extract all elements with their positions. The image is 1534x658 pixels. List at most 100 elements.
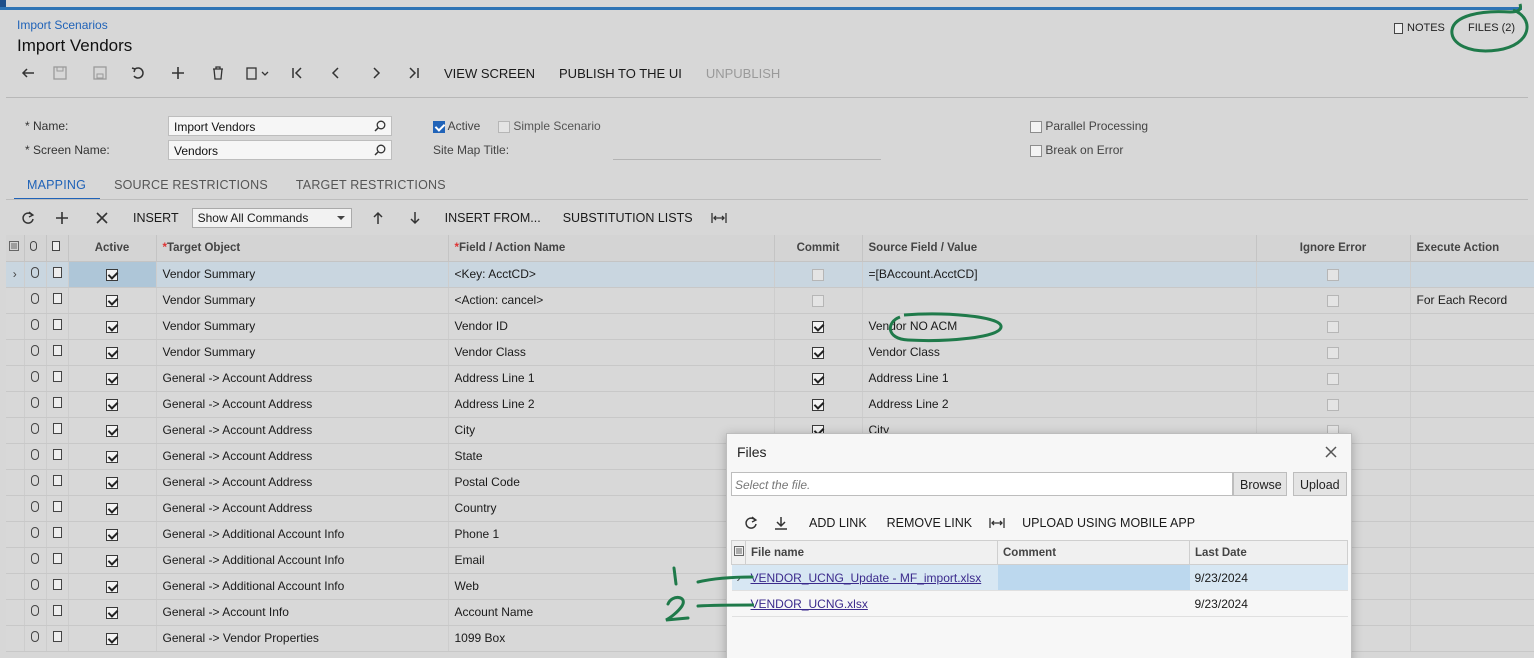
note-icon[interactable] bbox=[52, 319, 62, 330]
execute-action-cell[interactable] bbox=[1410, 547, 1534, 574]
ignore-error-checkbox[interactable] bbox=[1327, 346, 1339, 359]
col-execute-action[interactable]: Execute Action bbox=[1410, 235, 1534, 262]
name-field[interactable]: Import Vendors bbox=[168, 116, 392, 136]
commit-checkbox[interactable] bbox=[812, 346, 824, 359]
target-object-cell[interactable]: Vendor Summary bbox=[156, 339, 449, 366]
move-down-button[interactable] bbox=[396, 205, 434, 231]
delete-button[interactable] bbox=[198, 60, 238, 86]
add-row-button[interactable] bbox=[42, 205, 82, 231]
execute-action-cell[interactable] bbox=[1410, 495, 1534, 522]
row-files-cell[interactable] bbox=[24, 365, 47, 392]
save-close-button[interactable] bbox=[40, 60, 80, 86]
parallel-processing-checkbox[interactable]: Parallel Processing bbox=[1030, 119, 1148, 133]
note-icon[interactable] bbox=[52, 449, 62, 460]
note-icon[interactable] bbox=[52, 267, 62, 278]
col-field-action[interactable]: *Field / Action Name bbox=[448, 235, 775, 262]
row-selector[interactable] bbox=[6, 521, 25, 548]
files-button[interactable]: FILES (2) bbox=[1468, 22, 1515, 34]
row-notes-cell[interactable] bbox=[46, 495, 69, 522]
active-cell[interactable] bbox=[68, 469, 157, 496]
substitution-lists-button[interactable]: SUBSTITUTION LISTS bbox=[552, 211, 704, 225]
paperclip-icon[interactable] bbox=[31, 397, 39, 408]
commit-cell[interactable] bbox=[774, 313, 863, 340]
simple-scenario-box[interactable] bbox=[498, 120, 510, 133]
note-icon[interactable] bbox=[52, 605, 62, 616]
move-up-button[interactable] bbox=[360, 205, 396, 231]
field-action-cell[interactable]: Address Line 2 bbox=[448, 391, 775, 418]
ignore-error-checkbox[interactable] bbox=[1327, 320, 1339, 333]
target-object-cell[interactable]: General -> Account Address bbox=[156, 495, 449, 522]
active-row-checkbox[interactable] bbox=[106, 320, 118, 333]
commit-checkbox[interactable] bbox=[812, 294, 824, 307]
active-row-checkbox[interactable] bbox=[106, 502, 118, 515]
row-files-cell[interactable] bbox=[24, 547, 47, 574]
target-object-cell[interactable]: General -> Account Address bbox=[156, 443, 449, 470]
execute-action-cell[interactable] bbox=[1410, 443, 1534, 470]
notes-button[interactable]: NOTES bbox=[1394, 22, 1445, 34]
row-selector[interactable] bbox=[6, 599, 25, 626]
target-object-cell[interactable]: General -> Account Address bbox=[156, 469, 449, 496]
row-notes-cell[interactable] bbox=[46, 287, 69, 314]
row-selector[interactable]: › bbox=[731, 564, 746, 591]
source-field-cell[interactable]: =[BAccount.AcctCD] bbox=[862, 261, 1257, 288]
download-button[interactable] bbox=[763, 510, 799, 536]
row-files-cell[interactable] bbox=[24, 417, 47, 444]
row-notes-cell[interactable] bbox=[46, 313, 69, 340]
paperclip-icon[interactable] bbox=[31, 423, 39, 434]
first-button[interactable] bbox=[278, 60, 316, 86]
break-on-error-box[interactable] bbox=[1030, 144, 1042, 157]
file-comment-cell[interactable] bbox=[997, 564, 1190, 591]
active-cell[interactable] bbox=[68, 495, 157, 522]
paperclip-icon[interactable] bbox=[31, 345, 39, 356]
source-field-cell[interactable]: Vendor NO ACM bbox=[862, 313, 1257, 340]
active-cell[interactable] bbox=[68, 547, 157, 574]
note-icon[interactable] bbox=[52, 345, 62, 356]
commit-checkbox[interactable] bbox=[812, 268, 824, 281]
active-cell[interactable] bbox=[68, 365, 157, 392]
copy-paste-button[interactable] bbox=[238, 60, 278, 86]
table-row[interactable]: General -> Account Address Address Line 1… bbox=[6, 365, 1534, 392]
active-row-checkbox[interactable] bbox=[106, 294, 118, 307]
row-notes-cell[interactable] bbox=[46, 573, 69, 600]
ignore-error-cell[interactable] bbox=[1256, 287, 1411, 314]
row-files-cell[interactable] bbox=[24, 469, 47, 496]
execute-action-cell[interactable] bbox=[1410, 365, 1534, 392]
paperclip-icon[interactable] bbox=[31, 293, 39, 304]
table-row[interactable]: General -> Account Address Address Line 2… bbox=[6, 391, 1534, 418]
active-row-checkbox[interactable] bbox=[106, 268, 118, 281]
previous-button[interactable] bbox=[316, 60, 356, 86]
ignore-error-checkbox[interactable] bbox=[1327, 372, 1339, 385]
execute-action-cell[interactable] bbox=[1410, 599, 1534, 626]
row-notes-cell[interactable] bbox=[46, 365, 69, 392]
field-action-cell[interactable]: <Key: AcctCD> bbox=[448, 261, 775, 288]
remove-link-button[interactable]: REMOVE LINK bbox=[877, 516, 982, 530]
table-row[interactable]: Vendor Summary <Action: cancel> For Each R… bbox=[6, 287, 1534, 314]
row-files-cell[interactable] bbox=[24, 625, 47, 652]
delete-row-button[interactable] bbox=[82, 205, 122, 231]
row-selector[interactable] bbox=[731, 590, 746, 617]
commit-cell[interactable] bbox=[774, 339, 863, 366]
target-object-cell[interactable]: Vendor Summary bbox=[156, 313, 449, 340]
active-cell[interactable] bbox=[68, 443, 157, 470]
active-row-checkbox[interactable] bbox=[106, 528, 118, 541]
col-last-date[interactable]: Last Date bbox=[1189, 540, 1348, 565]
target-object-cell[interactable]: General -> Account Address bbox=[156, 391, 449, 418]
row-selector[interactable]: › bbox=[6, 261, 25, 288]
col-target-object[interactable]: *Target Object bbox=[156, 235, 449, 262]
command-filter-select[interactable]: Show All Commands bbox=[191, 208, 352, 228]
fit-columns-button[interactable] bbox=[704, 205, 734, 231]
active-cell[interactable] bbox=[68, 339, 157, 366]
execute-action-cell[interactable] bbox=[1410, 313, 1534, 340]
view-screen-button[interactable]: VIEW SCREEN bbox=[432, 60, 547, 86]
last-button[interactable] bbox=[396, 60, 432, 86]
table-row[interactable]: Vendor Summary Vendor Class Vendor Class bbox=[6, 339, 1534, 366]
row-files-cell[interactable] bbox=[24, 573, 47, 600]
row-notes-cell[interactable] bbox=[46, 599, 69, 626]
file-row[interactable]: VENDOR_UCNG.xlsx 9/23/2024 bbox=[731, 590, 1348, 617]
row-selector[interactable] bbox=[6, 495, 25, 522]
col-active[interactable]: Active bbox=[68, 235, 157, 262]
ignore-error-cell[interactable] bbox=[1256, 391, 1411, 418]
execute-action-cell[interactable]: For Each Record bbox=[1410, 287, 1534, 314]
execute-action-cell[interactable] bbox=[1410, 573, 1534, 600]
screen-name-field[interactable]: Vendors bbox=[168, 140, 392, 160]
